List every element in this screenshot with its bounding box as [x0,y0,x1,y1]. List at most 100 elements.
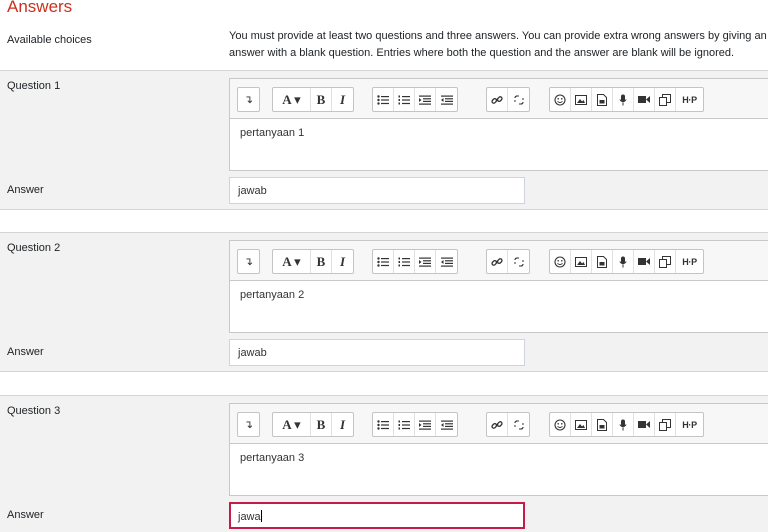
outdent-button[interactable] [436,250,457,273]
unlink-button[interactable] [508,88,529,111]
unlink-icon [513,94,524,105]
outdent-button[interactable] [436,88,457,111]
answer-label: Answer [7,509,44,521]
font-style-button[interactable]: A ▾ [273,413,311,436]
link-icon [491,95,503,104]
indent-icon [419,95,431,105]
font-style-button[interactable]: A ▾ [273,250,311,273]
video-camera-icon [638,258,650,265]
numbered-list-button[interactable] [394,250,415,273]
bullet-list-button[interactable] [373,88,394,111]
record-video-button[interactable] [634,413,655,436]
media-file-icon [597,255,607,268]
question-text-area[interactable]: pertanyaan 2 [230,281,768,332]
h5p-button[interactable]: H·P [676,88,703,111]
insert-image-button[interactable] [571,88,592,111]
bold-button[interactable]: B [311,250,332,273]
answer-input[interactable]: jawab [229,177,525,204]
emoticon-button[interactable] [550,250,571,273]
answer-input[interactable]: jawa [229,502,525,529]
question-block-3: Question 3 ↴ A ▾ B I H·P pertanyaan 3 An… [0,395,768,532]
unlink-button[interactable] [508,250,529,273]
question-editor[interactable]: ↴ A ▾ B I [229,240,768,333]
text-caret [260,510,262,522]
indent-button[interactable] [415,250,436,273]
indent-button[interactable] [415,88,436,111]
video-camera-icon [638,421,650,428]
numbered-list-button[interactable] [394,88,415,111]
question-editor[interactable]: ↴ A ▾ B I [229,403,768,496]
insert-media-button[interactable] [592,413,613,436]
italic-button[interactable]: I [332,413,353,436]
insert-media-button[interactable] [592,250,613,273]
bold-button[interactable]: B [311,88,332,111]
section-title: Answers [7,0,73,16]
unlink-icon [513,419,524,430]
question-block-1: Question 1 ↴ A ▾ B I H·P pertanyaan 1 An… [0,70,768,210]
smiley-icon [554,93,566,106]
outdent-icon [440,420,453,430]
collapse-toolbar-button[interactable]: ↴ [238,250,259,273]
emoticon-button[interactable] [550,88,571,111]
editor-toolbar: ↴ A ▾ B I H·P [230,404,768,444]
microphone-icon [619,94,627,105]
record-audio-button[interactable] [613,250,634,273]
link-icon [491,420,503,429]
insert-image-button[interactable] [571,250,592,273]
collapse-toolbar-button[interactable]: ↴ [238,413,259,436]
manage-files-button[interactable] [655,413,676,436]
answer-label: Answer [7,184,44,196]
question-label: Question 1 [7,80,61,92]
media-file-icon [597,418,607,431]
record-video-button[interactable] [634,88,655,111]
font-style-button[interactable]: A ▾ [273,88,311,111]
insert-image-button[interactable] [571,413,592,436]
outdent-button[interactable] [436,413,457,436]
bold-button[interactable]: B [311,413,332,436]
question-text-area[interactable]: pertanyaan 1 [230,119,768,170]
image-icon [575,94,587,105]
available-choices-text: You must provide at least two questions … [229,30,767,59]
image-icon [575,419,587,430]
record-audio-button[interactable] [613,413,634,436]
link-icon [491,257,503,266]
numbered-list-button[interactable] [394,413,415,436]
question-label: Question 2 [7,242,61,254]
bullet-list-button[interactable] [373,413,394,436]
numbered-list-icon [398,95,410,104]
outdent-icon [440,95,453,105]
microphone-icon [619,419,627,430]
bullet-list-button[interactable] [373,250,394,273]
italic-button[interactable]: I [332,250,353,273]
record-video-button[interactable] [634,250,655,273]
bullet-list-icon [377,256,389,267]
available-choices-label: Available choices [7,34,92,46]
link-button[interactable] [487,88,508,111]
media-file-icon [597,93,607,106]
answer-label: Answer [7,346,44,358]
manage-files-button[interactable] [655,250,676,273]
emoticon-button[interactable] [550,413,571,436]
italic-button[interactable]: I [332,88,353,111]
indent-button[interactable] [415,413,436,436]
question-text-area[interactable]: pertanyaan 3 [230,444,768,495]
smiley-icon [554,255,566,268]
unlink-icon [513,256,524,267]
answer-input[interactable]: jawab [229,339,525,366]
indent-icon [419,257,431,267]
insert-media-button[interactable] [592,88,613,111]
smiley-icon [554,418,566,431]
manage-files-button[interactable] [655,88,676,111]
h5p-button[interactable]: H·P [676,250,703,273]
record-audio-button[interactable] [613,88,634,111]
indent-icon [419,420,431,430]
copy-files-icon [659,418,671,431]
link-button[interactable] [487,413,508,436]
h5p-button[interactable]: H·P [676,413,703,436]
question-editor[interactable]: ↴ A ▾ B I [229,78,768,171]
bullet-list-icon [377,94,389,105]
unlink-button[interactable] [508,413,529,436]
link-button[interactable] [487,250,508,273]
collapse-toolbar-button[interactable]: ↴ [238,88,259,111]
copy-files-icon [659,255,671,268]
